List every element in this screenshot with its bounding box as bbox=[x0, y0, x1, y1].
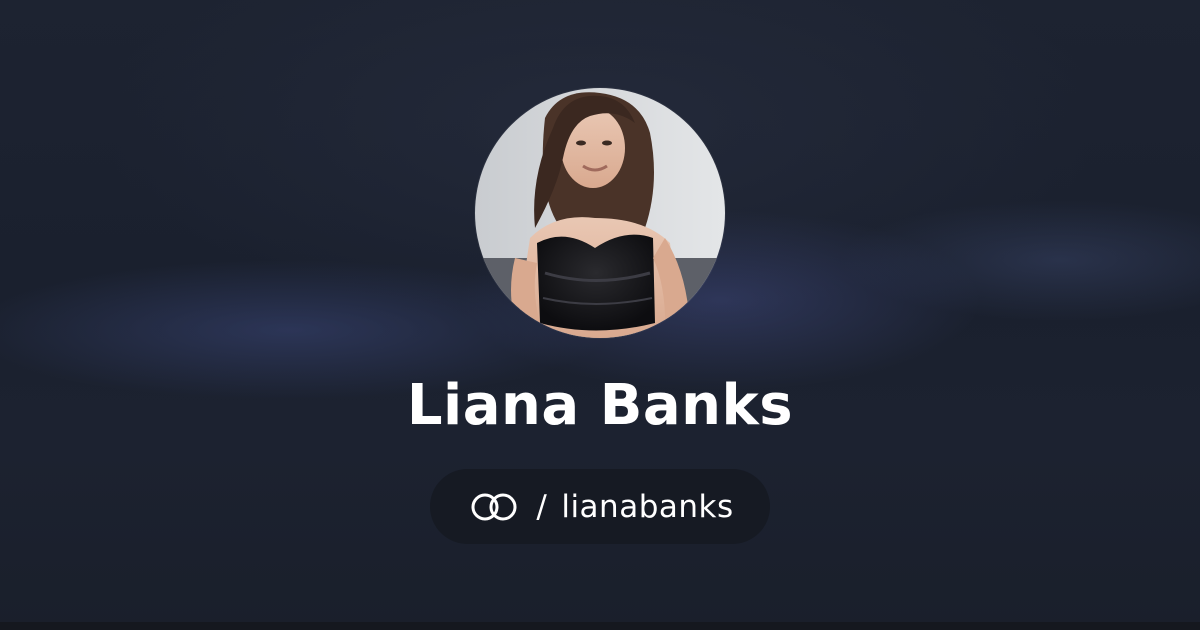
avatar bbox=[475, 88, 725, 338]
profile-name: Liana Banks bbox=[406, 373, 794, 438]
linked-rings-logo-icon bbox=[466, 492, 522, 522]
profile-handle-link[interactable]: / lianabanks bbox=[430, 469, 770, 544]
handle-username: lianabanks bbox=[561, 488, 734, 525]
bottom-edge bbox=[0, 622, 1200, 630]
handle-separator: / bbox=[536, 488, 548, 525]
avatar-photo bbox=[475, 88, 725, 338]
